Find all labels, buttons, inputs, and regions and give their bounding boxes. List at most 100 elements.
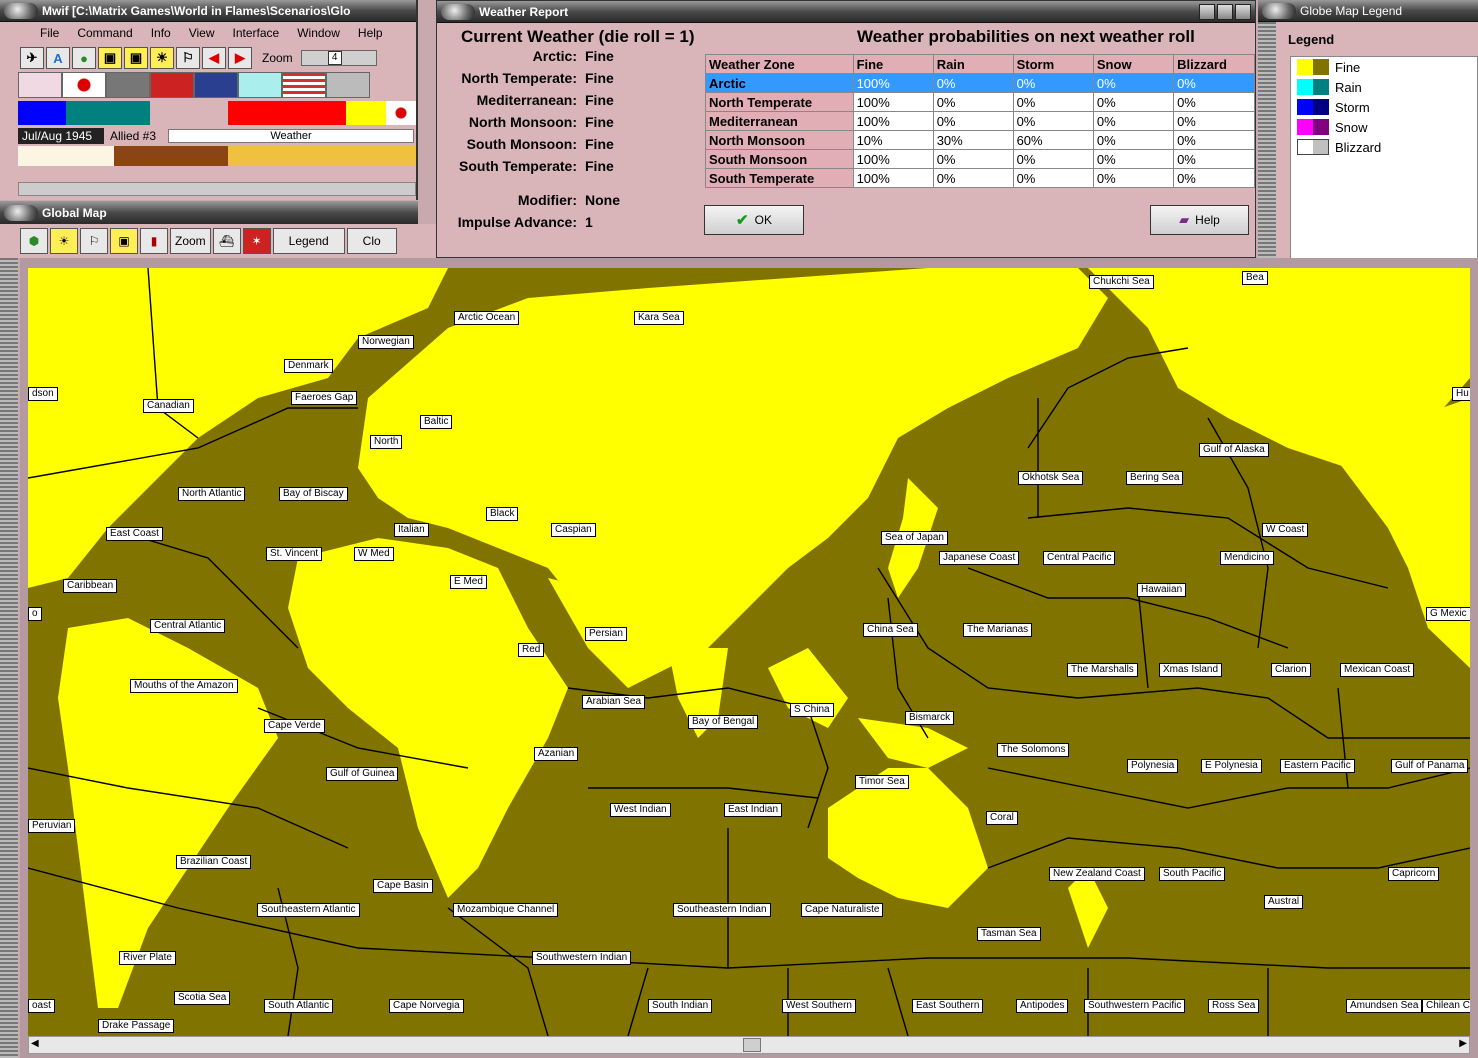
sea-area-label[interactable]: Azanian xyxy=(534,747,579,761)
supply-icon[interactable]: ▣ xyxy=(98,47,122,69)
sea-area-label[interactable]: Faeroes Gap xyxy=(291,391,358,405)
sea-area-label[interactable]: East Coast xyxy=(106,527,163,541)
sea-area-label[interactable]: Caspian xyxy=(551,523,596,537)
sea-area-label[interactable]: Gulf of Guinea xyxy=(326,767,399,781)
sea-area-label[interactable]: The Marshalls xyxy=(1067,663,1138,677)
menu-interface[interactable]: Interface xyxy=(233,26,280,42)
table-row[interactable]: North Temperate 100% 0% 0% 0% 0% xyxy=(705,92,1255,112)
zoom-value[interactable]: 4 xyxy=(327,51,342,65)
sea-area-label[interactable]: E Polynesia xyxy=(1201,759,1262,773)
row-zone[interactable]: North Monsoon xyxy=(705,130,854,150)
close-button[interactable]: Clo xyxy=(346,228,397,254)
sea-area-label[interactable]: St. Vincent xyxy=(266,547,323,561)
cell-storm[interactable]: 0% xyxy=(1012,111,1094,131)
text-a-icon[interactable]: A xyxy=(46,47,70,69)
sea-area-label[interactable]: North Atlantic xyxy=(178,487,246,501)
cell-fine[interactable]: 100% xyxy=(852,168,934,188)
sea-area-label[interactable]: Gulf of Panama xyxy=(1391,759,1469,773)
sea-area-label[interactable]: Clarion xyxy=(1271,663,1311,677)
map-hscroll[interactable]: ◀ ▶ xyxy=(28,1036,1470,1054)
sea-area-label[interactable]: Japanese Coast xyxy=(939,551,1020,565)
menu-file[interactable]: File xyxy=(40,26,59,42)
minimize-icon[interactable] xyxy=(1199,3,1215,20)
sea-area-label[interactable]: Red xyxy=(518,643,545,657)
sea-area-label[interactable]: Southwestern Indian xyxy=(532,951,632,965)
arrow-left-icon[interactable]: ◀ xyxy=(202,47,226,69)
sea-area-label[interactable]: Capricorn xyxy=(1388,867,1440,881)
roundel-icon[interactable] xyxy=(326,72,370,98)
cell-fine[interactable]: 100% xyxy=(852,149,934,169)
global-map-titlebar[interactable]: Global Map xyxy=(0,201,418,225)
legend-titlebar[interactable]: Globe Map Legend xyxy=(1258,0,1478,22)
sea-area-label[interactable]: Central Pacific xyxy=(1043,551,1116,565)
sea-area-label[interactable]: Italian xyxy=(394,523,429,537)
sea-area-label[interactable]: North xyxy=(370,435,403,449)
col-header-storm[interactable]: Storm xyxy=(1012,54,1094,74)
sea-area-label[interactable]: Xmas Island xyxy=(1159,663,1223,677)
maximize-icon[interactable] xyxy=(1217,3,1233,20)
weather-icon[interactable]: ☀ xyxy=(50,228,78,254)
sea-area-label[interactable]: Arabian Sea xyxy=(582,695,646,709)
global-weather-map[interactable]: Arctic Ocean Kara Sea Chukchi Sea Bea Norweg… xyxy=(28,268,1470,1036)
sea-area-label[interactable]: West Indian xyxy=(610,803,671,817)
sea-area-label[interactable]: Eastern Pacific xyxy=(1280,759,1355,773)
sea-area-label[interactable]: Kara Sea xyxy=(634,311,684,325)
weather-icon[interactable]: ☀ xyxy=(150,47,174,69)
sea-area-label[interactable]: Drake Passage xyxy=(98,1019,175,1033)
sea-area-label[interactable]: River Plate xyxy=(119,951,176,965)
cell-blizzard[interactable]: 0% xyxy=(1173,149,1255,169)
col-header-zone[interactable]: Weather Zone xyxy=(705,54,854,74)
scroll-left-icon[interactable]: ◀ xyxy=(31,1038,39,1049)
sea-area-label[interactable]: Southeastern Indian xyxy=(673,903,771,917)
sea-area-label[interactable]: South Indian xyxy=(648,999,713,1013)
sea-area-label[interactable]: Cape Norvegia xyxy=(389,999,464,1013)
flag-icon[interactable]: ⚐ xyxy=(80,228,108,254)
sea-area-label[interactable]: Bea xyxy=(1242,271,1268,285)
cell-storm[interactable]: 0% xyxy=(1012,92,1094,112)
col-header-fine[interactable]: Fine xyxy=(852,54,934,74)
menu-info[interactable]: Info xyxy=(151,26,171,42)
window-knob-icon[interactable] xyxy=(1262,2,1296,19)
greek-flag-icon[interactable] xyxy=(238,72,282,98)
cell-fine[interactable]: 100% xyxy=(852,92,934,112)
hex-icon[interactable]: ⬢ xyxy=(20,228,48,254)
sea-area-label[interactable]: W Med xyxy=(354,547,394,561)
cell-blizzard[interactable]: 0% xyxy=(1173,168,1255,188)
cell-storm[interactable]: 0% xyxy=(1012,149,1094,169)
supply-icon[interactable]: ▣ xyxy=(110,228,138,254)
sea-area-label[interactable]: W Coast xyxy=(1262,523,1309,537)
sea-area-label[interactable]: Peruvian xyxy=(28,819,76,833)
sea-area-label[interactable]: Baltic xyxy=(420,415,453,429)
legend-button[interactable]: Legend xyxy=(272,228,345,254)
sea-area-label[interactable]: Brazilian Coast xyxy=(176,855,252,869)
menu-window[interactable]: Window xyxy=(297,26,340,42)
cell-rain[interactable]: 0% xyxy=(932,168,1014,188)
uk-flag-icon[interactable] xyxy=(194,72,238,98)
unit-icon[interactable]: ● xyxy=(72,47,96,69)
sea-area-label[interactable]: Canadian xyxy=(143,399,194,413)
col-header-snow[interactable]: Snow xyxy=(1092,54,1175,74)
cell-blizzard[interactable]: 0% xyxy=(1173,130,1255,150)
window-knob-icon[interactable] xyxy=(4,204,38,221)
sea-area-label[interactable]: Amundsen Sea xyxy=(1346,999,1423,1013)
cell-blizzard[interactable]: 0% xyxy=(1173,92,1255,112)
sea-area-label[interactable]: Mexican Coast xyxy=(1340,663,1415,677)
sea-area-label[interactable]: Southeastern Atlantic xyxy=(257,903,360,917)
col-header-rain[interactable]: Rain xyxy=(932,54,1014,74)
table-row[interactable]: Arctic 100% 0% 0% 0% 0% xyxy=(705,73,1255,93)
sea-area-label[interactable]: Caribbean xyxy=(63,579,118,593)
scroll-thumb[interactable] xyxy=(743,1038,761,1052)
cell-snow[interactable]: 0% xyxy=(1092,111,1175,131)
sea-area-label[interactable]: Mendicino xyxy=(1220,551,1274,565)
cell-snow[interactable]: 0% xyxy=(1092,92,1175,112)
cell-storm[interactable]: 0% xyxy=(1012,168,1094,188)
sea-area-label[interactable]: Antipodes xyxy=(1016,999,1069,1013)
main-titlebar[interactable]: Mwif [C:\Matrix Games\World in Flames\Sc… xyxy=(0,0,416,22)
sea-area-label[interactable]: Polynesia xyxy=(1127,759,1179,773)
cell-fine[interactable]: 100% xyxy=(852,111,934,131)
sea-area-label[interactable]: Persian xyxy=(585,627,627,641)
plane-icon[interactable]: ✈ xyxy=(20,47,44,69)
sea-area-label[interactable]: Southwestern Pacific xyxy=(1084,999,1186,1013)
sea-area-label[interactable]: Sea of Japan xyxy=(881,531,948,545)
sea-area-label[interactable]: Arctic Ocean xyxy=(454,311,520,325)
